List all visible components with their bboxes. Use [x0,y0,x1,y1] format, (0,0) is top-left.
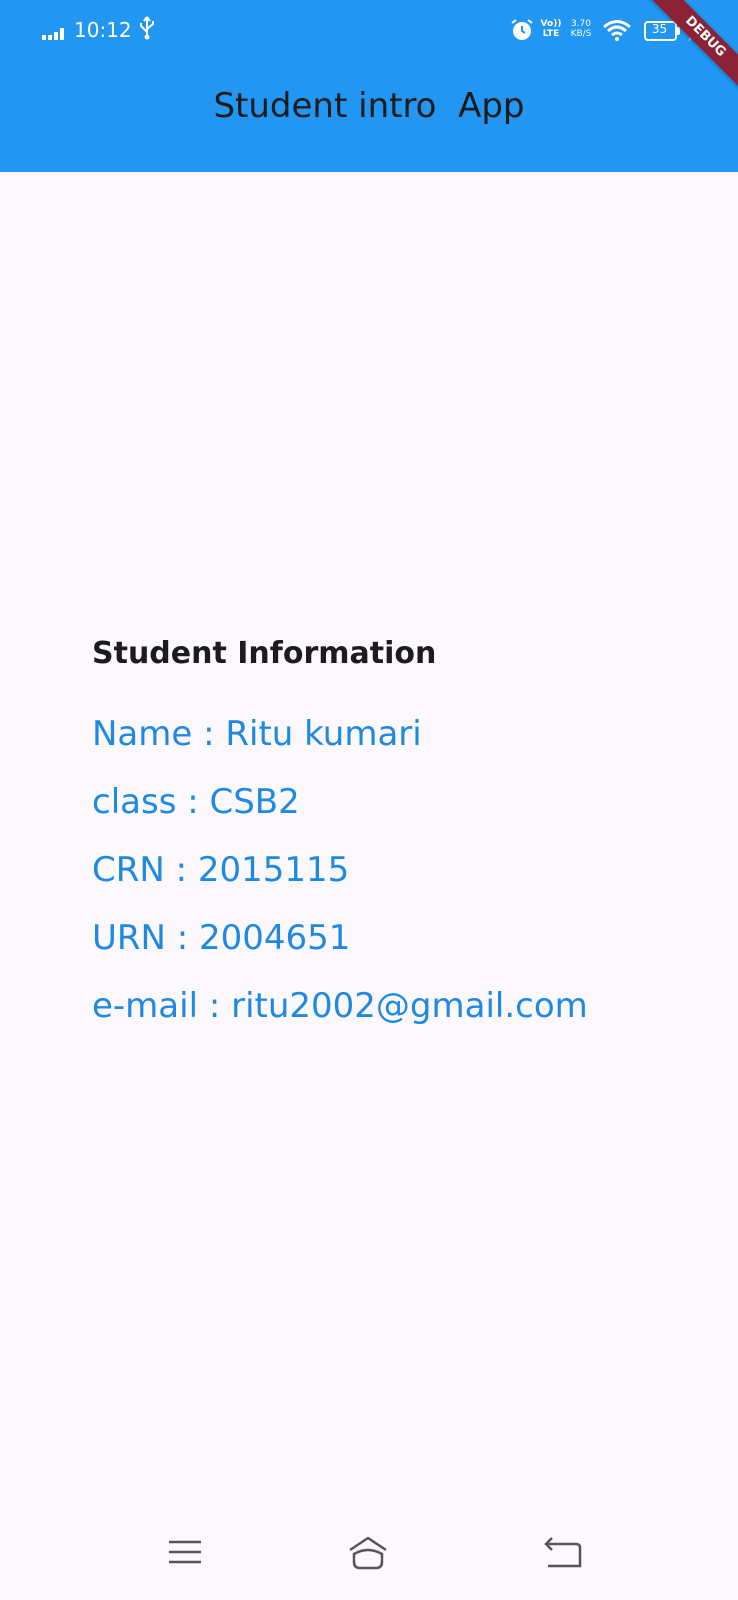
status-time: 10:12 [74,18,132,42]
usb-icon [140,16,154,40]
student-info-section: Student Information Name : Ritu kumari c… [92,636,588,1040]
student-crn: CRN : 2015115 [92,850,350,890]
app-title: Student intro App [213,86,525,126]
volte-indicator: Vo)) LTE [540,19,562,39]
network-speed: 3.70 KB/S [570,19,592,39]
menu-icon[interactable] [163,1532,207,1572]
section-heading: Student Information [92,636,437,671]
wifi-icon [603,20,631,41]
home-icon[interactable] [346,1532,390,1572]
battery-level: 35 [651,22,668,36]
battery-icon: 35 [644,21,680,41]
app-bar: 10:12 Vo)) LTE 3.70 KB/S 35 Student intr… [0,0,738,172]
student-email: e-mail : ritu2002@gmail.com [92,986,588,1026]
signal-icon [42,28,64,40]
navigation-bar [0,1500,738,1600]
alarm-icon [511,19,533,40]
student-urn: URN : 2004651 [92,918,351,958]
status-bar: 10:12 Vo)) LTE 3.70 KB/S 35 [0,0,738,62]
back-icon[interactable] [542,1532,586,1572]
student-class: class : CSB2 [92,782,300,822]
student-name: Name : Ritu kumari [92,714,422,754]
